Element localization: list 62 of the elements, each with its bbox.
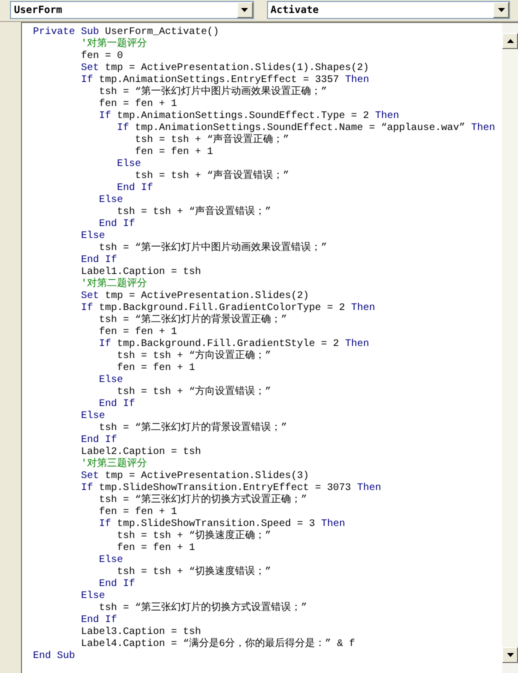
dropdown-arrow-icon bbox=[241, 8, 248, 12]
down-arrow-icon bbox=[506, 653, 514, 657]
code-line: Label1.Caption = tsh bbox=[80, 267, 202, 278]
code-line: End If bbox=[98, 399, 136, 410]
code-line: tsh = tsh + “声音设置正确；” bbox=[134, 135, 290, 146]
code-line: End If bbox=[80, 255, 118, 266]
code-line: Else bbox=[80, 411, 106, 422]
code-line: fen = fen + 1 bbox=[98, 99, 178, 110]
code-line: Label4.Caption = “满分是6分，你的最后得分是：” & f bbox=[80, 639, 356, 651]
code-line: End If bbox=[116, 183, 154, 194]
code-line: tsh = “第三张幻灯片的切换方式设置正确；” bbox=[98, 495, 308, 506]
up-arrow-icon bbox=[506, 39, 514, 43]
code-line: tsh = “第三张幻灯片的切换方式设置错误；” bbox=[98, 603, 308, 614]
code-line: Label2.Caption = tsh bbox=[80, 447, 202, 458]
code-line: If tmp.SlideShowTransition.EntryEffect = 3073 Then bbox=[80, 483, 382, 494]
code-line: If tmp.AnimationSettings.SoundEffect.Type = 2 Then bbox=[98, 111, 400, 122]
code-line: If tmp.Background.Fill.GradientStyle = 2 Then bbox=[98, 339, 370, 350]
code-line: Set tmp = ActivePresentation.Slides(3) bbox=[80, 471, 310, 482]
code-line: fen = fen + 1 bbox=[98, 327, 178, 338]
code-line: '对第三题评分 bbox=[80, 459, 148, 470]
code-line: Else bbox=[98, 195, 124, 206]
code-line: Label3.Caption = tsh bbox=[80, 627, 202, 638]
scroll-up-button[interactable] bbox=[502, 33, 518, 49]
code-line: '对第一题评分 bbox=[80, 39, 148, 50]
code-line: End If bbox=[80, 615, 118, 626]
code-line: tsh = tsh + “切换速度正确；” bbox=[116, 531, 272, 542]
code-line: fen = 0 bbox=[80, 51, 124, 63]
dropdown[interactable]: UserForm bbox=[10, 1, 254, 19]
code-line: Private Sub UserForm_Activate() bbox=[33, 27, 220, 38]
code-line: Set tmp = ActivePresentation.Slides(2) bbox=[80, 291, 310, 302]
code-line: End If bbox=[98, 219, 136, 230]
code-line: fen = fen + 1 bbox=[134, 147, 214, 158]
code-line: Else bbox=[98, 555, 124, 566]
code-line: If tmp.SlideShowTransition.Speed = 3 Then bbox=[98, 519, 346, 530]
code-line: tsh = “第一张幻灯片中图片动画效果设置错误；” bbox=[98, 243, 328, 254]
code-line: End Sub bbox=[33, 651, 76, 663]
code-line: Else bbox=[80, 591, 106, 602]
code-line: '对第二题评分 bbox=[80, 279, 148, 290]
code-line: fen = fen + 1 bbox=[98, 507, 178, 518]
code-line: End If bbox=[80, 435, 118, 446]
code-line: Else bbox=[80, 231, 106, 242]
code-line: If tmp.AnimationSettings.SoundEffect.Name = “applause.wav” Then bbox=[116, 123, 496, 134]
code-line: tsh = “第一张幻灯片中图片动画效果设置正确；” bbox=[98, 87, 328, 98]
code-line: Else bbox=[116, 159, 142, 170]
code-line: Else bbox=[98, 375, 124, 386]
code-line: tsh = tsh + “声音设置错误；” bbox=[134, 171, 290, 182]
code-line: Set tmp = ActivePresentation.Slides(1).Shapes(2) bbox=[80, 63, 370, 74]
dropdown-arrow-icon bbox=[498, 8, 504, 12]
code-line: tsh = “第二张幻灯片的背景设置正确；” bbox=[98, 315, 288, 326]
code-line: If tmp.Background.Fill.GradientColorType = 2 Then bbox=[80, 303, 376, 314]
dropdown[interactable]: Activate bbox=[266, 1, 510, 19]
code-line: End If bbox=[98, 579, 136, 590]
code-line: tsh = “第二张幻灯片的背景设置错误；” bbox=[98, 423, 288, 434]
code-line: tsh = tsh + “方向设置错误；” bbox=[116, 387, 272, 398]
code-line: fen = fen + 1 bbox=[116, 543, 196, 554]
code-line: tsh = tsh + “切换速度错误；” bbox=[116, 567, 272, 578]
scroll-down-button[interactable] bbox=[502, 647, 518, 663]
code-line: tsh = tsh + “方向设置正确；” bbox=[116, 351, 272, 362]
code-line: If tmp.AnimationSettings.EntryEffect = 3357 Then bbox=[80, 75, 370, 86]
code-line: fen = fen + 1 bbox=[116, 363, 196, 374]
code-line: tsh = tsh + “声音设置错误；” bbox=[116, 207, 272, 218]
scrollbar[interactable] bbox=[502, 22, 518, 673]
